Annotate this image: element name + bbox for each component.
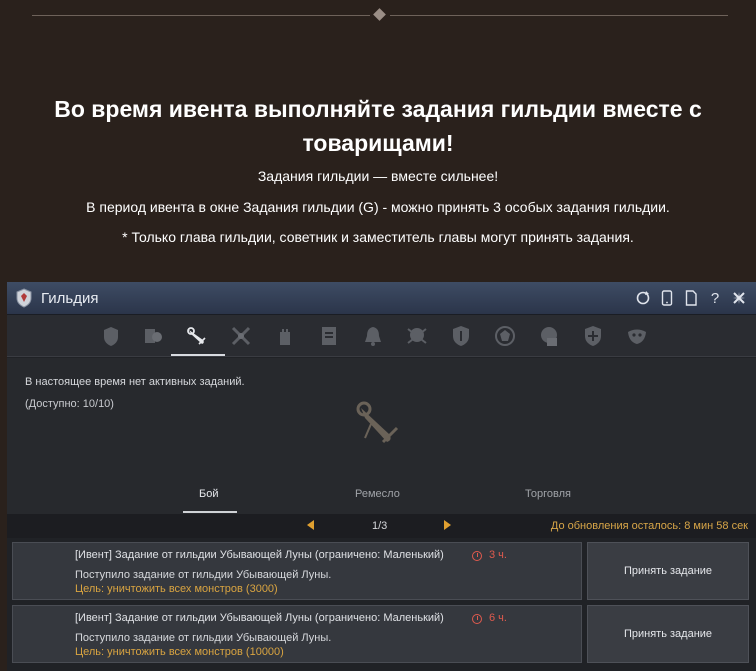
crafting-icon[interactable]: [229, 324, 253, 348]
bell-icon[interactable]: [361, 324, 385, 348]
tab-craft[interactable]: Ремесло: [355, 488, 400, 500]
skull-icon[interactable]: [405, 324, 429, 348]
guild-crest-icon: [16, 288, 32, 308]
quest-info: [Ивент] Задание от гильдии Убывающей Лун…: [12, 542, 582, 600]
next-page-icon[interactable]: [444, 520, 451, 530]
divider-line-left: [32, 15, 370, 16]
quest-timer: 6 ч.: [489, 612, 507, 624]
refresh-timer-text: До обновления осталось: 8 мин 58 сек: [550, 520, 748, 532]
accept-quest-button[interactable]: Принять задание: [587, 605, 749, 663]
active-tab-indicator: [171, 354, 225, 356]
event-note-line: * Только глава гильдии, советник и замес…: [122, 229, 634, 245]
quest-description: Поступило задание от гильдии Убывающей Л…: [75, 632, 332, 644]
fortress-icon[interactable]: [273, 324, 297, 348]
help-icon[interactable]: ?: [706, 288, 724, 308]
close-icon[interactable]: [730, 288, 748, 308]
quests-scroll-icon[interactable]: [185, 324, 209, 348]
emblem-icon[interactable]: [493, 324, 517, 348]
prev-page-icon[interactable]: [307, 520, 314, 530]
window-controls: ?: [634, 288, 748, 308]
quest-pager: 1/3 До обновления осталось: 8 мин 58 сек: [7, 514, 756, 538]
clock-icon: [472, 551, 482, 561]
guild-info-icon[interactable]: [99, 324, 123, 348]
event-info-line: В период ивента в окне Задания гильдии (…: [86, 199, 670, 215]
quest-row: [Ивент] Задание от гильдии Убывающей Лун…: [12, 542, 749, 600]
quest-goal: Цель: уничтожить всех монстров (3000): [75, 583, 278, 595]
refresh-icon[interactable]: [634, 288, 652, 308]
window-titlebar[interactable]: Гильдия ?: [7, 282, 756, 315]
cross-shield-icon[interactable]: [581, 324, 605, 348]
notice-icon[interactable]: [317, 324, 341, 348]
shield-icon[interactable]: [449, 324, 473, 348]
event-subtitle: Задания гильдии — вместе сильнее!: [257, 168, 499, 184]
mask-icon[interactable]: [625, 324, 649, 348]
event-headline: Во время ивента выполняйте задания гильд…: [54, 96, 702, 156]
tab-combat[interactable]: Бой: [199, 488, 218, 500]
accept-quest-button[interactable]: Принять задание: [587, 542, 749, 600]
quest-category-tabs: Бой Ремесло Торговля: [7, 478, 756, 514]
mobile-icon[interactable]: [658, 288, 676, 308]
clock-icon: [472, 614, 482, 624]
divider-line-right: [390, 15, 728, 16]
diamond-ornament-icon: [373, 8, 386, 21]
decorative-divider: [32, 8, 728, 22]
available-count-text: (Доступно: 10/10): [25, 398, 114, 410]
quest-row: [Ивент] Задание от гильдии Убывающей Лун…: [12, 605, 749, 663]
members-icon[interactable]: [141, 324, 165, 348]
active-subtab-indicator: [183, 511, 237, 513]
quest-goal: Цель: уничтожить всех монстров (10000): [75, 646, 284, 658]
quest-info: [Ивент] Задание от гильдии Убывающей Лун…: [12, 605, 582, 663]
tab-trade[interactable]: Торговля: [525, 488, 571, 500]
window-title: Гильдия: [41, 290, 99, 307]
quest-description: Поступило задание от гильдии Убывающей Л…: [75, 569, 332, 581]
quest-title: [Ивент] Задание от гильдии Убывающей Лун…: [75, 612, 444, 624]
quest-timer: 3 ч.: [489, 549, 507, 561]
empty-scroll-icon: [356, 401, 399, 444]
seal-icon[interactable]: [537, 324, 561, 348]
document-icon[interactable]: [682, 288, 700, 308]
quest-title: [Ивент] Задание от гильдии Убывающей Лун…: [75, 549, 444, 561]
page-number: 1/3: [372, 520, 388, 532]
guild-tabbar: [7, 315, 756, 357]
no-active-quests-text: В настоящее время нет активных заданий.: [25, 376, 245, 388]
guild-window: Гильдия ? В настоящее время нет активных…: [7, 282, 756, 671]
